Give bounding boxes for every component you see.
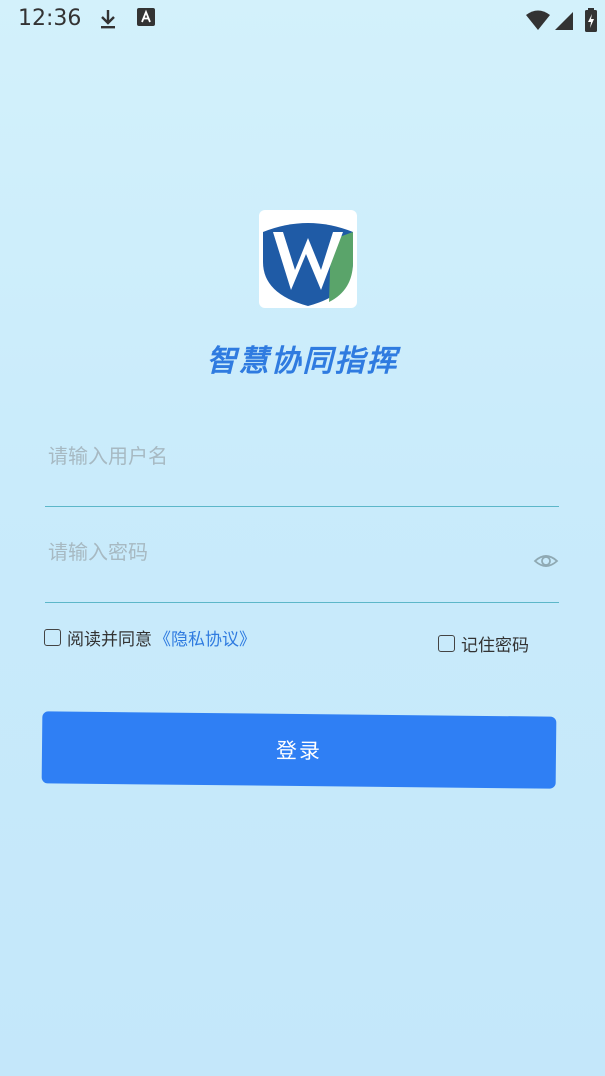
agree-checkbox[interactable] [44, 628, 61, 646]
privacy-policy-link[interactable]: 《隐私协议》 [154, 625, 256, 650]
battery-icon [585, 8, 597, 36]
status-bar: 12:36 [0, 0, 605, 40]
wifi-icon [525, 10, 551, 34]
signal-icon [554, 10, 574, 34]
app-logo [259, 210, 357, 308]
agree-privacy-row[interactable]: 阅读并同意 《隐私协议》 [44, 625, 256, 650]
username-input[interactable] [45, 438, 508, 474]
remember-password-row[interactable]: 记住密码 [438, 632, 529, 656]
app-title: 智慧协同指挥 [206, 344, 399, 379]
login-button[interactable]: 登录 [41, 711, 557, 789]
password-field [45, 534, 559, 603]
status-time: 12:36 [18, 6, 82, 31]
password-input[interactable] [45, 534, 508, 570]
agree-label: 阅读并同意 [67, 629, 152, 650]
shield-w-logo-icon [263, 223, 353, 306]
username-field [45, 438, 559, 507]
a-icon [137, 8, 155, 30]
remember-checkbox[interactable] [438, 634, 455, 652]
eye-icon[interactable] [533, 548, 559, 574]
remember-label: 记住密码 [461, 635, 529, 656]
download-icon [98, 8, 118, 34]
